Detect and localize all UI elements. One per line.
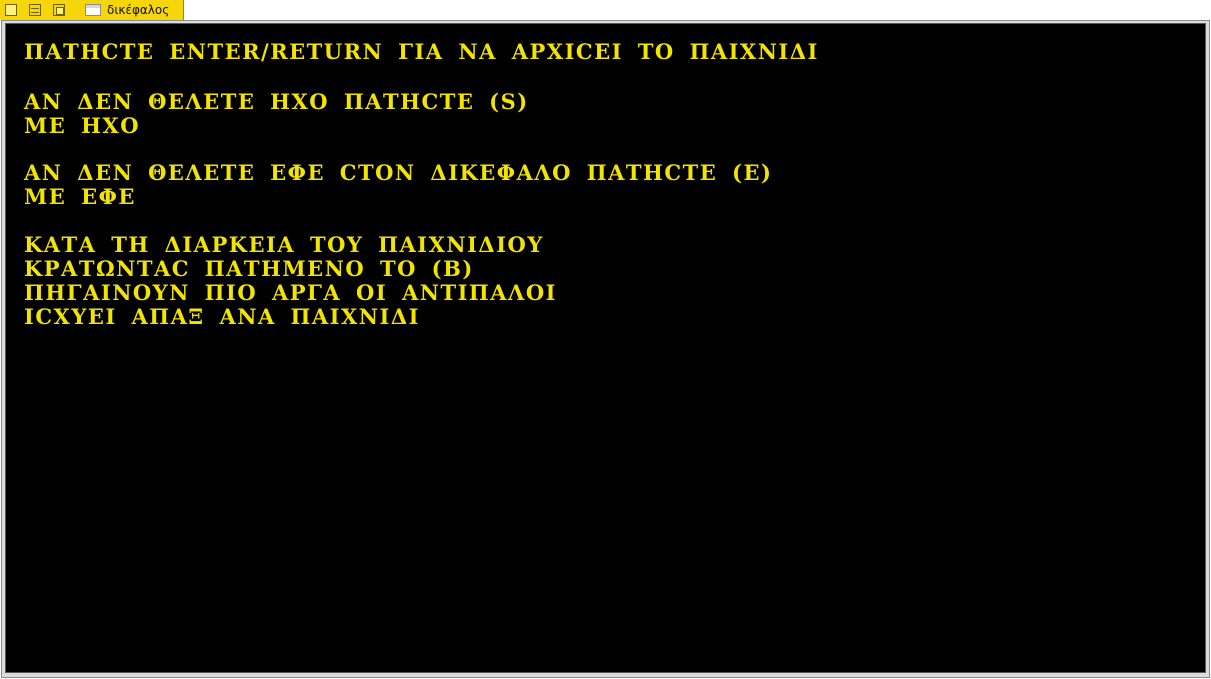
slowdown-info-line-1: ΚΑΤΑ ΤΗ ΔΙΑΡΚΕΙΑ ΤΟΥ ΠΑΙΧΝΙΔΙΟΥ — [24, 232, 544, 257]
restore-icon[interactable] — [29, 4, 41, 16]
window-frame: ΠΑΤΗCΤΕ ENTER/RETURN ΓΙΑ ΝΑ ΑΡΧΙCΕΙ ΤΟ Π… — [1, 20, 1210, 678]
sound-status: ΜΕ ΗΧΟ — [24, 113, 140, 138]
window-title: δικέφαλος — [107, 3, 170, 17]
sound-instruction: ΑΝ ΔΕΝ ΘΕΛΕΤΕ ΗΧΟ ΠΑΤΗCΤΕ (S) — [24, 89, 529, 114]
start-instruction: ΠΑΤΗCΤΕ ENTER/RETURN ΓΙΑ ΝΑ ΑΡΧΙCΕΙ ΤΟ Π… — [24, 39, 819, 64]
effects-status: ΜΕ ΕΦΕ — [24, 184, 136, 209]
title-bar: δικέφαλος — [0, 0, 1211, 20]
effects-instruction: ΑΝ ΔΕΝ ΘΕΛΕΤΕ ΕΦΕ CΤΟΝ ΔΙΚΕΦΑΛΟ ΠΑΤΗCΤΕ … — [24, 160, 773, 185]
slowdown-info-line-2: ΚΡΑΤΩΝΤΑC ΠΑΤΗΜΕΝΟ ΤΟ (Β) — [24, 256, 474, 281]
slowdown-info-line-3: ΠΗΓΑΙΝΟΥΝ ΠΙΟ ΑΡΓΑ ΟΙ ΑΝΤΙΠΑΛΟΙ — [24, 280, 557, 305]
maximize-icon[interactable] — [53, 4, 65, 16]
slowdown-info-line-4: ΙCΧΥΕΙ ΑΠΑΞ ΑΝΑ ΠΑΙΧΝΙΔΙ — [24, 304, 420, 329]
window-doc-icon — [85, 4, 101, 16]
minimize-icon[interactable] — [5, 4, 17, 16]
window-tab[interactable]: δικέφαλος — [0, 0, 184, 20]
game-screen[interactable]: ΠΑΤΗCΤΕ ENTER/RETURN ΓΙΑ ΝΑ ΑΡΧΙCΕΙ ΤΟ Π… — [5, 23, 1206, 673]
